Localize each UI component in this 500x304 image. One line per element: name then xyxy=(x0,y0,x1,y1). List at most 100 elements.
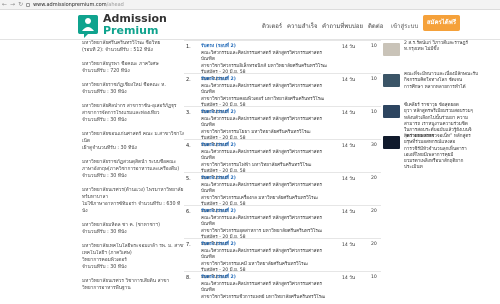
row-title-link[interactable]: รับตรง (รอบที่ 2) xyxy=(201,110,329,117)
row-days: 14 วัน xyxy=(342,210,356,215)
university-list-item[interactable]: มหาวิทยาลัยนเรศวร(ด้านแวง) ไพรมาหาวิทยาล… xyxy=(82,187,184,215)
university-list-item[interactable]: มหาวิทยาลัยศรีนครินทรวิโรฒ ชื่อวิทย (รอบท… xyxy=(82,40,184,54)
url-path: /ahead xyxy=(106,2,124,8)
table-row[interactable]: 3. รับตรง (รอบที่ 2) คณะวิศวกรรมและศิลปกรร… xyxy=(184,106,381,148)
university-list-line: จำนวนที่รับ : 30 ที่นั่ง xyxy=(82,265,127,270)
news-thumbnail[interactable] xyxy=(383,136,400,149)
row-number: 7. xyxy=(186,242,191,248)
university-list-line: วิทยาการอาหารพื้นฐาน xyxy=(82,286,131,291)
table-row[interactable]: 7. รับตรง (รอบที่ 2) คณะวิศวกรรมและศิลปกรร… xyxy=(184,238,381,280)
university-list-line: นั่ง xyxy=(82,209,88,214)
row-title-link[interactable]: รับตรง (รอบที่ 2) xyxy=(201,275,329,282)
university-list-line: ภาษาอังกฤษ(ภาควิชาการอาหารและเครื่องดื่ม… xyxy=(82,167,180,172)
university-list-line: ไม่ใช้ภาษาอาหารซ์ทิมอร่า จำนวนที่รับ : 6… xyxy=(82,202,181,207)
row-seat-count: 10 xyxy=(371,275,377,280)
university-list-line: วิทยาการคอมพิวเตอร์ xyxy=(82,258,127,263)
row-number: 2. xyxy=(186,77,191,83)
university-list-line: จำนวนที่รับ : 720 ที่นั่ง xyxy=(82,69,130,74)
news-text[interactable]: “ตวาดหมายตรวจอเน็ท” หลักสูตร ยรุษที่ร่วมอ… xyxy=(404,134,500,172)
row-title-link[interactable]: รับตรง (รอบที่ 2) xyxy=(201,44,329,51)
row-days: 14 วัน xyxy=(342,78,356,83)
news-thumbnail[interactable] xyxy=(383,105,400,118)
university-list-line: เทคโนโลยีฯ (ภาควิเศษ) xyxy=(82,251,132,256)
university-list-line: มหาวิทยาลัยศิลปากร สาขาราชัน-อุเสอร์ภัฏฐ… xyxy=(82,104,177,109)
university-list-line: จำนวนที่รับ : 30 ที่นั่ง xyxy=(82,118,127,123)
row-seat-count: 10 xyxy=(371,77,377,82)
table-row[interactable]: 8. รับตรง (รอบที่ 2) คณะวิศวกรรมและศิลปกรร… xyxy=(184,271,381,304)
university-list-line: มหาวิทยาลัยราชภัฏสวนดุสิตนำ ระบบชื่อคณะ xyxy=(82,160,177,165)
row-title-link[interactable]: รับตรง (รอบที่ 2) xyxy=(201,77,329,84)
news-item[interactable]: 2 ส.ร.รัตน์แก่ วิภาวดีและราษฎร์ ท.กรุงเทพ… xyxy=(383,40,500,71)
signup-button[interactable]: สมัครได้ฟรี xyxy=(423,15,460,31)
news-text[interactable]: 2 ส.ร.รัตน์แก่ วิภาวดีและราษฎร์ ท.กรุงเทพ… xyxy=(404,41,500,54)
university-list-line: มหาวิทยาลัยเทคโนโลยีพระจอมเกล้า รพ. ม. ส… xyxy=(82,244,184,249)
university-list-item[interactable]: มหาวิทยาลัยราชภัฏสวนดุสิตนำ ระบบชื่อคณะภ… xyxy=(82,159,184,180)
university-list-line: สาขาการจัดการโรงแรมและท่องเที่ยว xyxy=(82,111,160,116)
university-list-line: มหาวิทยาลัยราชภัฏเชียงใหม่ ชื่อคณะ ห. xyxy=(82,83,166,88)
news-text-line: การศึกษา หลากหลายการทำได้ xyxy=(404,84,466,90)
news-thumbnail[interactable] xyxy=(383,43,400,56)
university-list-item[interactable]: มหาวิทยาลัยราชภัฏเชียงใหม่ ชื่อคณะ ห. จำน… xyxy=(82,82,184,96)
nav-tutor[interactable]: ติวเตอร์ xyxy=(262,21,282,31)
table-row[interactable]: 6. รับตรง (รอบที่ 2) คณะวิศวกรรมและศิลปกรร… xyxy=(184,205,381,247)
university-list-item[interactable]: มหาวิทยาลัยเทคโนโลยีพระจอมเกล้า รพ. ม. ส… xyxy=(82,243,184,271)
logo-text-premium[interactable]: Premium xyxy=(103,25,158,37)
news-sidebar: 2 ส.ร.รัตน์แก่ วิภาวดีและราษฎร์ ท.กรุงเทพ… xyxy=(383,40,500,170)
news-item[interactable]: ซีเคลียร์ ราชาวุธ ข้อสุดยอด ยุวา หลักสูตร… xyxy=(383,102,500,139)
university-list-item[interactable]: มหาวิทยาลัยมหิดล ชา ค. (ชาหาชาฯ) จำนวนที่… xyxy=(82,222,184,236)
reload-icon[interactable]: ↻ xyxy=(18,1,23,9)
browser-chrome: ← → ↻ www.admissionpremium.com/ahead xyxy=(0,0,500,10)
university-list-line: จำนวนที่รับ : 30 ที่นั่ง xyxy=(82,174,127,179)
logo-icon[interactable] xyxy=(78,13,98,38)
news-item[interactable]: คณะที่จะมีหนาวและเนื่องมีลักษณะรับ กิจกรร… xyxy=(383,71,500,102)
university-list-line: มหาวิทยาลัยศรีนครินทรวิโรฒ ชื่อวิทย xyxy=(82,41,161,46)
university-list-line: จำนวนที่รับ : 30 ที่นั่ง xyxy=(82,90,127,95)
address-bar[interactable]: ← → ↻ www.admissionpremium.com/ahead xyxy=(2,1,124,9)
row-seat-count: 20 xyxy=(371,176,377,181)
row-description: รับตรง (รอบที่ 2) คณะวิศวกรรมและศิลปกรรมศ… xyxy=(201,275,329,301)
table-row[interactable]: 5. รับตรง (รอบที่ 2) คณะวิศวกรรมและศิลปกรร… xyxy=(184,172,381,214)
row-days: 14 วัน xyxy=(342,144,356,149)
row-detail-line: คณะวิศวกรรมและศิลปกรรมศาสตร์ หลักสูตรวิศ… xyxy=(201,149,322,162)
table-row[interactable]: 4. รับตรง (รอบที่ 2) คณะวิศวกรรมและศิลปกรร… xyxy=(184,139,381,181)
row-title-link[interactable]: รับตรง (รอบที่ 2) xyxy=(201,209,329,216)
university-list-line: จำนวนที่รับ : 30 ที่นั่ง xyxy=(82,230,127,235)
row-number: 5. xyxy=(186,176,191,182)
table-row[interactable]: 2. รับตรง (รอบที่ 2) คณะวิศวกรรมและศิลปกรร… xyxy=(184,73,381,115)
news-text-line: ประเมินท xyxy=(404,165,423,171)
back-arrow-icon[interactable]: ← xyxy=(2,1,7,9)
news-thumbnail[interactable] xyxy=(383,74,400,87)
row-detail-line: คณะวิศวกรรมและศิลปกรรมศาสตร์ หลักสูตรวิศ… xyxy=(201,248,322,261)
row-seat-count: 10 xyxy=(371,44,377,49)
row-detail-line: คณะวิศวกรรมและศิลปกรรมศาสตร์ หลักสูตรวิศ… xyxy=(201,215,322,228)
forward-arrow-icon[interactable]: → xyxy=(10,1,15,9)
table-row[interactable]: 1. รับตรง (รอบที่ 2) คณะวิศวกรรมและศิลปกรร… xyxy=(184,40,381,82)
university-list-line: มหาวิทยาลัยนเรศวร วิชาการเสียดิน สาขา xyxy=(82,279,170,284)
row-title-link[interactable]: รับตรง (รอบที่ 2) xyxy=(201,242,329,249)
row-seat-count: 20 xyxy=(371,209,377,214)
row-days: 14 วัน xyxy=(342,243,356,248)
university-list: มหาวิทยาลัยศรีนครินทรวิโรฒ ชื่อวิทย (รอบท… xyxy=(82,40,184,299)
row-title-link[interactable]: รับตรง (รอบที่ 2) xyxy=(201,176,329,183)
university-list-line: (รอบที่ 2): จำนวนที่รับ : 512 ที่นั่ง xyxy=(82,48,153,53)
row-seat-count: 30 xyxy=(371,143,377,148)
university-list-item[interactable]: มหาวิทยาลัยบูรพา ชื่อคณะ ภาควิเศษจำนวนที… xyxy=(82,61,184,75)
row-number: 1. xyxy=(186,44,191,50)
url-host: www.admissionpremium.com xyxy=(33,2,107,8)
row-title-link[interactable]: รับตรง (รอบที่ 2) xyxy=(201,143,329,150)
university-list-item[interactable]: มหาวิทยาลัยศิลปากร สาขาราชัน-อุเสอร์ภัฏฐ… xyxy=(82,103,184,124)
admission-table: 1. รับตรง (รอบที่ 2) คณะวิศวกรรมและศิลปกรร… xyxy=(184,40,381,304)
login-link[interactable]: เข้าสู่ระบบ xyxy=(391,21,418,31)
row-detail-line: คณะวิศวกรรมและศิลปกรรมศาสตร์ หลักสูตรวิศ… xyxy=(201,50,322,63)
nav-contact[interactable]: ติดต่อ xyxy=(368,21,383,31)
news-text[interactable]: คณะที่จะมีหนาวและเนื่องมีลักษณะรับ กิจกรร… xyxy=(404,72,500,91)
university-list-line: มหาวิทยาลัยนเรศวร(ด้านแวง) ไพรมาหาวิทยาล… xyxy=(82,188,184,193)
university-list-item[interactable]: มหาวิทยาลัยขอนแก่นศาสตร์ คณะ ม.สาขาวิชาโ… xyxy=(82,131,184,152)
nav-success[interactable]: ความสำเร็จ xyxy=(287,21,318,31)
row-number: 3. xyxy=(186,110,191,116)
nav-faq[interactable]: คำถามที่พบบ่อย xyxy=(322,21,363,31)
university-list-line: เฝ้าดูจำนวนที่รับ : 30 ที่นั่ง xyxy=(82,146,137,151)
university-list-line: มหาวิทยาลัยบูรพา ชื่อคณะ ภาควิเศษ xyxy=(82,62,159,67)
news-item[interactable]: “ตวาดหมายตรวจอเน็ท” หลักสูตร ยรุษที่ร่วมอ… xyxy=(383,133,500,170)
university-list-item[interactable]: มหาวิทยาลัยนเรศวร วิชาการเสียดิน สาขาวิท… xyxy=(82,278,184,292)
